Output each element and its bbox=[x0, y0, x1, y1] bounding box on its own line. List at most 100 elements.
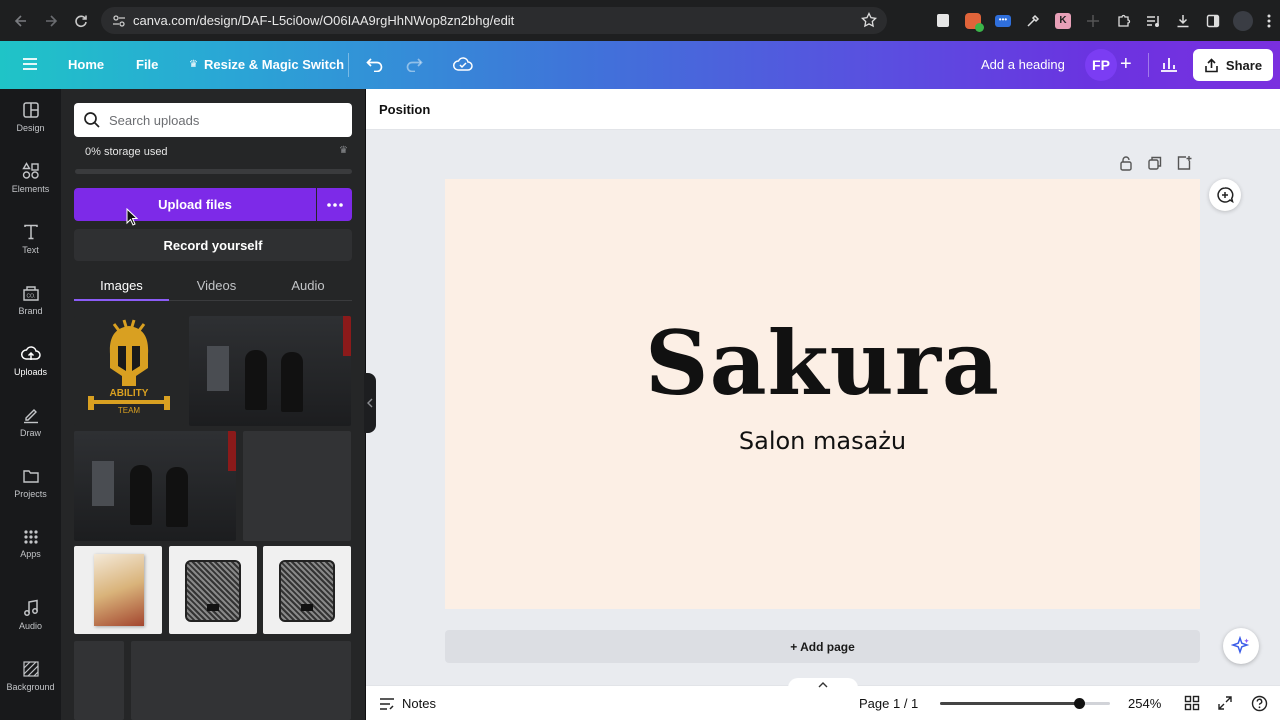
page-indicator[interactable]: Page 1 / 1 bbox=[859, 696, 918, 711]
add-collaborator-icon[interactable]: + bbox=[1120, 53, 1132, 75]
upload-thumb-placeholder-1[interactable] bbox=[243, 431, 351, 541]
editor-footer: Notes Page 1 / 1 254% bbox=[366, 678, 1280, 720]
resize-magic-switch-button[interactable]: ♛ Resize & Magic Switch bbox=[189, 57, 344, 72]
browser-toolbar: canva.com/design/DAF-L5ci0ow/O06IAA9rgHh… bbox=[0, 0, 1280, 41]
add-page-icon[interactable] bbox=[1176, 155, 1192, 171]
upload-thumb-gym-photo-1[interactable] bbox=[189, 316, 351, 426]
draw-icon bbox=[23, 409, 38, 424]
magazine-cover bbox=[94, 554, 144, 626]
upload-more-options-button[interactable] bbox=[317, 188, 352, 221]
undo-icon[interactable] bbox=[366, 56, 384, 77]
rail-label-uploads: Uploads bbox=[13, 367, 48, 377]
media-controls-icon[interactable] bbox=[1138, 6, 1168, 36]
rail-label-background: Background bbox=[6, 682, 55, 692]
extension-dots-icon[interactable]: ••• bbox=[988, 6, 1018, 36]
photo-locker bbox=[207, 346, 229, 391]
upload-thumb-magazine[interactable] bbox=[74, 546, 162, 634]
extension-k-icon[interactable]: K bbox=[1048, 6, 1078, 36]
show-pages-toggle[interactable] bbox=[788, 678, 858, 692]
audio-icon bbox=[23, 599, 38, 616]
user-avatar[interactable]: FP bbox=[1085, 49, 1117, 81]
chrome-menu-icon[interactable] bbox=[1258, 6, 1280, 36]
upload-thumb-logo[interactable]: ABILITY TEAM bbox=[74, 316, 184, 426]
file-menu[interactable]: File bbox=[136, 57, 158, 72]
rail-item-uploads[interactable]: Uploads bbox=[0, 333, 61, 389]
rail-item-audio[interactable]: Audio bbox=[0, 587, 61, 643]
canvas-subtitle-text[interactable]: Salon masażu bbox=[445, 427, 1200, 455]
cloud-saved-icon[interactable] bbox=[453, 56, 473, 77]
rail-item-design[interactable]: Design bbox=[0, 89, 61, 145]
toolbar-divider-2 bbox=[1148, 53, 1149, 77]
crown-icon: ♛ bbox=[339, 145, 348, 156]
search-icon bbox=[84, 112, 100, 128]
text-icon bbox=[23, 224, 38, 240]
photo-person-2 bbox=[281, 352, 303, 412]
rail-label-elements: Elements bbox=[11, 184, 50, 194]
zoom-level[interactable]: 254% bbox=[1128, 696, 1161, 711]
tab-audio[interactable]: Audio bbox=[264, 278, 352, 293]
collapse-panel-handle[interactable] bbox=[364, 373, 376, 433]
rail-item-text[interactable]: Text bbox=[0, 211, 61, 267]
search-uploads-input[interactable]: Search uploads bbox=[74, 103, 352, 137]
eyedropper-icon[interactable] bbox=[1018, 6, 1048, 36]
upload-thumb-speaker-1[interactable] bbox=[169, 546, 257, 634]
extension-notes-icon[interactable] bbox=[928, 6, 958, 36]
lock-icon[interactable] bbox=[1118, 155, 1134, 171]
tab-images[interactable]: Images bbox=[74, 278, 169, 293]
home-menu[interactable]: Home bbox=[68, 57, 104, 72]
comment-add-icon bbox=[1217, 187, 1234, 204]
photo-person-1 bbox=[130, 465, 152, 525]
forward-icon[interactable] bbox=[38, 8, 64, 34]
chevron-up-icon bbox=[818, 682, 828, 688]
grid-view-icon[interactable] bbox=[1184, 695, 1200, 716]
rail-item-draw[interactable]: Draw bbox=[0, 394, 61, 450]
rail-item-elements[interactable]: Elements bbox=[0, 150, 61, 206]
rail-item-background[interactable]: Background bbox=[0, 648, 61, 704]
bookmark-star-icon[interactable] bbox=[860, 11, 878, 28]
magic-assistant-button[interactable] bbox=[1223, 628, 1259, 664]
extension-colorful-icon[interactable] bbox=[958, 6, 988, 36]
design-canvas[interactable]: Sakura Salon masażu bbox=[445, 179, 1200, 609]
upload-thumb-placeholder-2[interactable] bbox=[74, 641, 124, 720]
speaker-badge bbox=[301, 604, 313, 611]
redo-icon[interactable] bbox=[405, 56, 423, 77]
add-comment-button[interactable] bbox=[1209, 179, 1241, 211]
tab-videos[interactable]: Videos bbox=[169, 278, 264, 293]
help-icon[interactable] bbox=[1251, 695, 1268, 717]
rail-item-projects[interactable]: Projects bbox=[0, 455, 61, 511]
notes-button[interactable]: Notes bbox=[379, 696, 436, 711]
profile-avatar[interactable] bbox=[1228, 6, 1258, 36]
share-button[interactable]: Share bbox=[1193, 49, 1273, 81]
site-settings-icon[interactable] bbox=[111, 13, 127, 29]
add-heading-title[interactable]: Add a heading bbox=[981, 57, 1065, 72]
rail-item-brand[interactable]: CO. Brand bbox=[0, 272, 61, 328]
add-page-button[interactable]: + Add page bbox=[445, 630, 1200, 663]
reload-icon[interactable] bbox=[68, 8, 94, 34]
address-bar[interactable]: canva.com/design/DAF-L5ci0ow/O06IAA9rgHh… bbox=[101, 7, 887, 34]
canvas-title-text[interactable]: Sakura bbox=[445, 319, 1200, 407]
back-icon[interactable] bbox=[8, 8, 34, 34]
fullscreen-icon[interactable] bbox=[1217, 695, 1233, 716]
download-icon[interactable] bbox=[1168, 6, 1198, 36]
record-yourself-button[interactable]: Record yourself bbox=[74, 229, 352, 261]
speaker-body bbox=[185, 560, 241, 622]
extension-move-icon[interactable] bbox=[1078, 6, 1108, 36]
side-panel-icon[interactable] bbox=[1198, 6, 1228, 36]
hamburger-menu-icon[interactable] bbox=[22, 57, 38, 76]
rail-label-text: Text bbox=[22, 245, 39, 255]
photo-red-accent bbox=[228, 431, 236, 471]
insights-chart-icon[interactable] bbox=[1160, 56, 1178, 77]
storage-progress-bar bbox=[75, 169, 352, 174]
zoom-slider[interactable] bbox=[940, 698, 1110, 709]
rail-item-apps[interactable]: Apps bbox=[0, 516, 61, 572]
upload-files-button[interactable]: Upload files bbox=[74, 188, 316, 221]
extensions-puzzle-icon[interactable] bbox=[1108, 6, 1138, 36]
position-button[interactable]: Position bbox=[379, 102, 430, 117]
duplicate-page-icon[interactable] bbox=[1147, 155, 1163, 171]
upload-thumb-speaker-2[interactable] bbox=[263, 546, 351, 634]
rail-label-apps: Apps bbox=[20, 549, 41, 559]
upload-thumb-placeholder-3[interactable] bbox=[131, 641, 351, 720]
zoom-slider-knob[interactable] bbox=[1073, 698, 1085, 709]
page-tools bbox=[1118, 155, 1192, 171]
upload-thumb-gym-photo-2[interactable] bbox=[74, 431, 236, 541]
